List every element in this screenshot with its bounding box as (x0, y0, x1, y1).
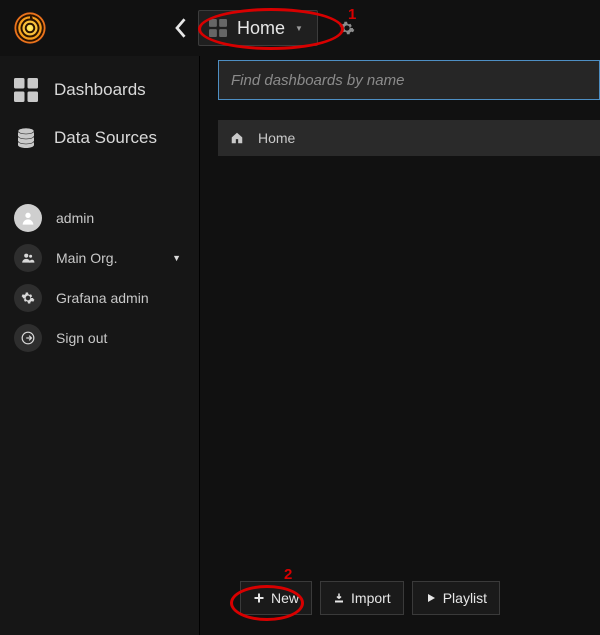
sidebar-item-label: admin (56, 210, 94, 226)
chevron-left-icon (175, 18, 189, 38)
breadcrumb-label: Home (258, 130, 295, 146)
caret-down-icon: ▼ (295, 24, 303, 33)
top-bar: Home ▼ (0, 0, 600, 56)
new-button[interactable]: New (240, 581, 312, 615)
sidebar-item-label: Data Sources (54, 128, 157, 148)
users-icon (21, 251, 35, 265)
sidebar-item-label: Sign out (56, 330, 107, 346)
search-bar[interactable] (218, 60, 600, 100)
import-button[interactable]: Import (320, 581, 404, 615)
breadcrumb[interactable]: Home (218, 120, 600, 156)
logo[interactable] (0, 11, 60, 45)
sidebar: Dashboards Data Sources admin (0, 56, 200, 635)
sidebar-item-org[interactable]: Main Org. ▼ (0, 238, 199, 278)
playlist-button[interactable]: Playlist (412, 581, 500, 615)
plus-icon (253, 592, 265, 604)
download-icon (333, 592, 345, 604)
main-area: Home (218, 60, 600, 553)
gear-icon (339, 20, 355, 36)
search-input[interactable] (231, 72, 587, 89)
dashboard-selector[interactable]: Home ▼ (198, 10, 318, 46)
button-label: Playlist (443, 590, 487, 606)
primary-nav: Dashboards Data Sources (0, 60, 199, 184)
sidebar-item-dashboards[interactable]: Dashboards (0, 66, 199, 114)
sidebar-item-label: Grafana admin (56, 290, 149, 306)
home-icon (230, 131, 244, 145)
button-bar: New Import Playlist (240, 581, 500, 615)
grafana-logo-icon (13, 11, 47, 45)
tiles-icon (14, 78, 38, 102)
signout-icon (21, 331, 35, 345)
back-button[interactable] (170, 16, 194, 40)
sidebar-item-label: Main Org. (56, 250, 117, 266)
sidebar-item-label: Dashboards (54, 80, 146, 100)
settings-button[interactable] (338, 19, 356, 37)
tiles-icon (209, 19, 227, 37)
user-icon (20, 210, 36, 226)
sidebar-item-datasources[interactable]: Data Sources (0, 114, 199, 162)
button-label: New (271, 590, 299, 606)
header-title: Home (237, 18, 285, 39)
caret-down-icon: ▼ (172, 253, 199, 263)
secondary-nav: admin Main Org. ▼ Grafana admin (0, 184, 199, 358)
gear-icon (21, 291, 35, 305)
sidebar-item-signout[interactable]: Sign out (0, 318, 199, 358)
button-label: Import (351, 590, 391, 606)
sidebar-item-admin-user[interactable]: admin (0, 198, 199, 238)
sidebar-item-grafana-admin[interactable]: Grafana admin (0, 278, 199, 318)
play-icon (425, 592, 437, 604)
database-icon (14, 126, 38, 150)
